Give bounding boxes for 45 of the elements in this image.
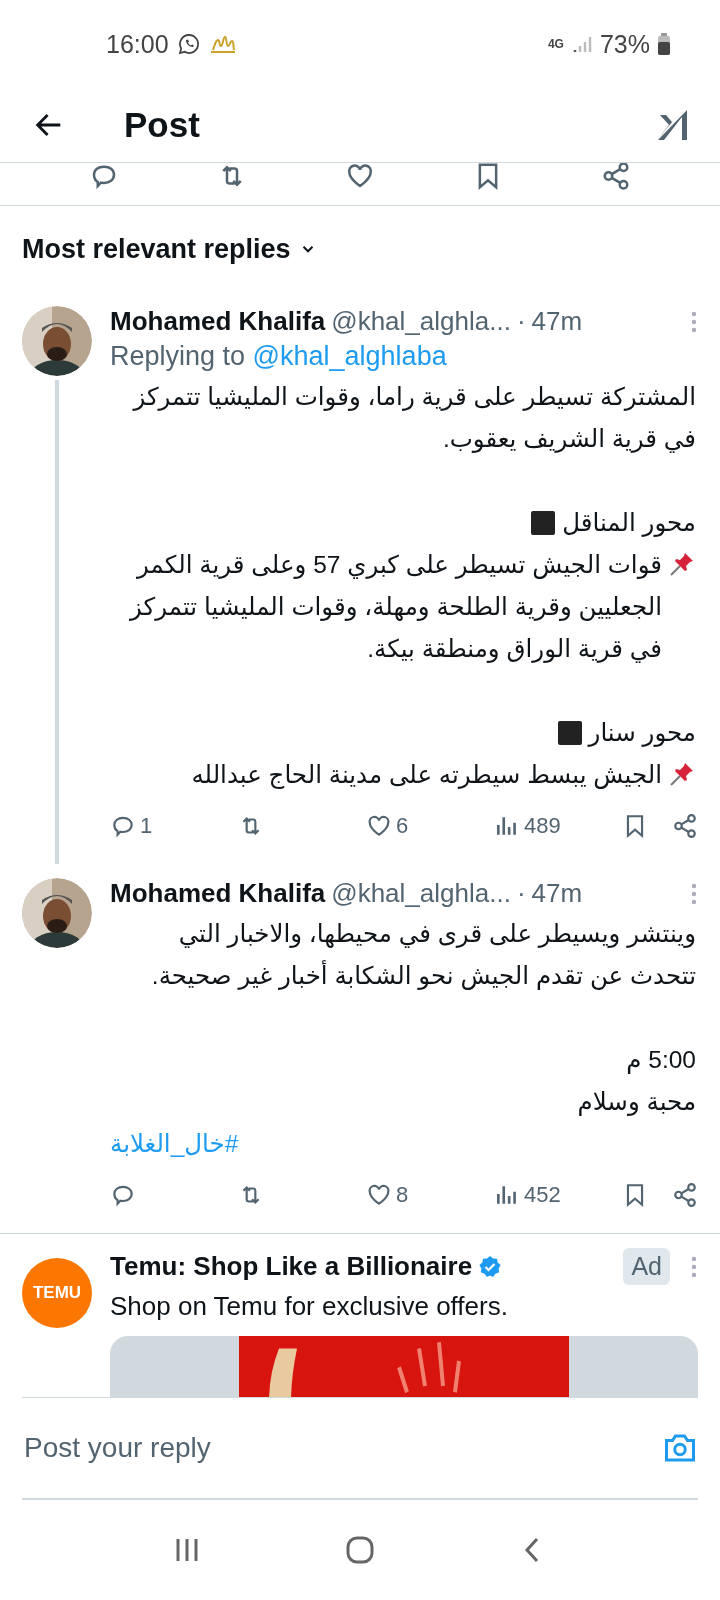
author-handle[interactable]: @khal_alghla... bbox=[331, 306, 511, 337]
heart-icon[interactable] bbox=[366, 813, 392, 839]
chat-app-icon bbox=[176, 32, 201, 56]
separator-dot: · bbox=[516, 306, 526, 337]
post-text: المشتركة تسيطر على قرية راما، وقوات المليشيا تتمركز في قرية الشريف يعقوب. bbox=[131, 382, 697, 455]
page-title: Post bbox=[124, 105, 200, 145]
reply-count: 1 bbox=[140, 813, 153, 839]
post-text: محبة وسلام bbox=[576, 1087, 697, 1118]
like-count: 6 bbox=[396, 813, 409, 839]
section-heading: محور سنار bbox=[588, 718, 696, 749]
post-time: 47m bbox=[531, 306, 583, 337]
clock-time: 16:00 bbox=[106, 29, 169, 59]
separator-dot: · bbox=[516, 878, 526, 909]
post-text: وينتشر ويسيطر على قرى في محيطها، والاخبار التي تتحدث عن تقدم الجيش نحو الشكابة أخبار غير صحيحة. bbox=[150, 919, 697, 992]
like-count: 8 bbox=[396, 1182, 409, 1208]
post-text: الجيش يبسط سيطرته على مدينة الحاج عبدالله bbox=[191, 760, 662, 791]
battery-icon bbox=[658, 33, 670, 55]
signal-icon bbox=[571, 34, 592, 54]
share-icon[interactable] bbox=[601, 163, 631, 191]
reply-input[interactable]: Post your reply bbox=[22, 1431, 662, 1465]
heart-icon[interactable] bbox=[366, 1182, 392, 1208]
replying-label: Replying to bbox=[110, 341, 246, 371]
battery-level: 73% bbox=[599, 29, 650, 59]
post-text: قوات الجيش تسيطر على كبري 57 وعلى قرية الكمر الجعليين وقرية الطلحة ومهلة، وقوات المليشيا تتمركز في قرية الوراق ومنطقة بيكة. bbox=[128, 550, 662, 665]
advertiser-name[interactable]: Temu: Shop Like a Billionaire bbox=[110, 1251, 473, 1282]
ad-text: Shop on Temu for exclusive offers. bbox=[110, 1291, 509, 1322]
share-icon[interactable] bbox=[672, 813, 698, 839]
share-icon[interactable] bbox=[672, 1182, 698, 1208]
pushpin-icon bbox=[668, 550, 696, 578]
post-text: 5:00 م bbox=[625, 1045, 697, 1076]
notification-icon bbox=[208, 34, 237, 54]
post-time: 47m bbox=[531, 878, 583, 909]
section-heading: محور المناقل bbox=[562, 508, 696, 539]
author-handle[interactable]: @khal_alghla... bbox=[331, 878, 511, 909]
network-label: 4G bbox=[547, 37, 564, 51]
ad-badge: Ad bbox=[623, 1248, 670, 1285]
author-name[interactable]: Mohamed Khalifa bbox=[110, 878, 326, 909]
square-icon bbox=[556, 720, 583, 746]
home-icon[interactable] bbox=[345, 1535, 375, 1565]
view-count: 489 bbox=[524, 813, 561, 839]
author-name[interactable]: Mohamed Khalifa bbox=[110, 306, 326, 337]
pushpin-icon bbox=[668, 760, 696, 788]
square-icon bbox=[530, 510, 557, 536]
view-count: 452 bbox=[524, 1182, 561, 1208]
sort-dropdown[interactable]: Most relevant replies bbox=[22, 233, 317, 265]
